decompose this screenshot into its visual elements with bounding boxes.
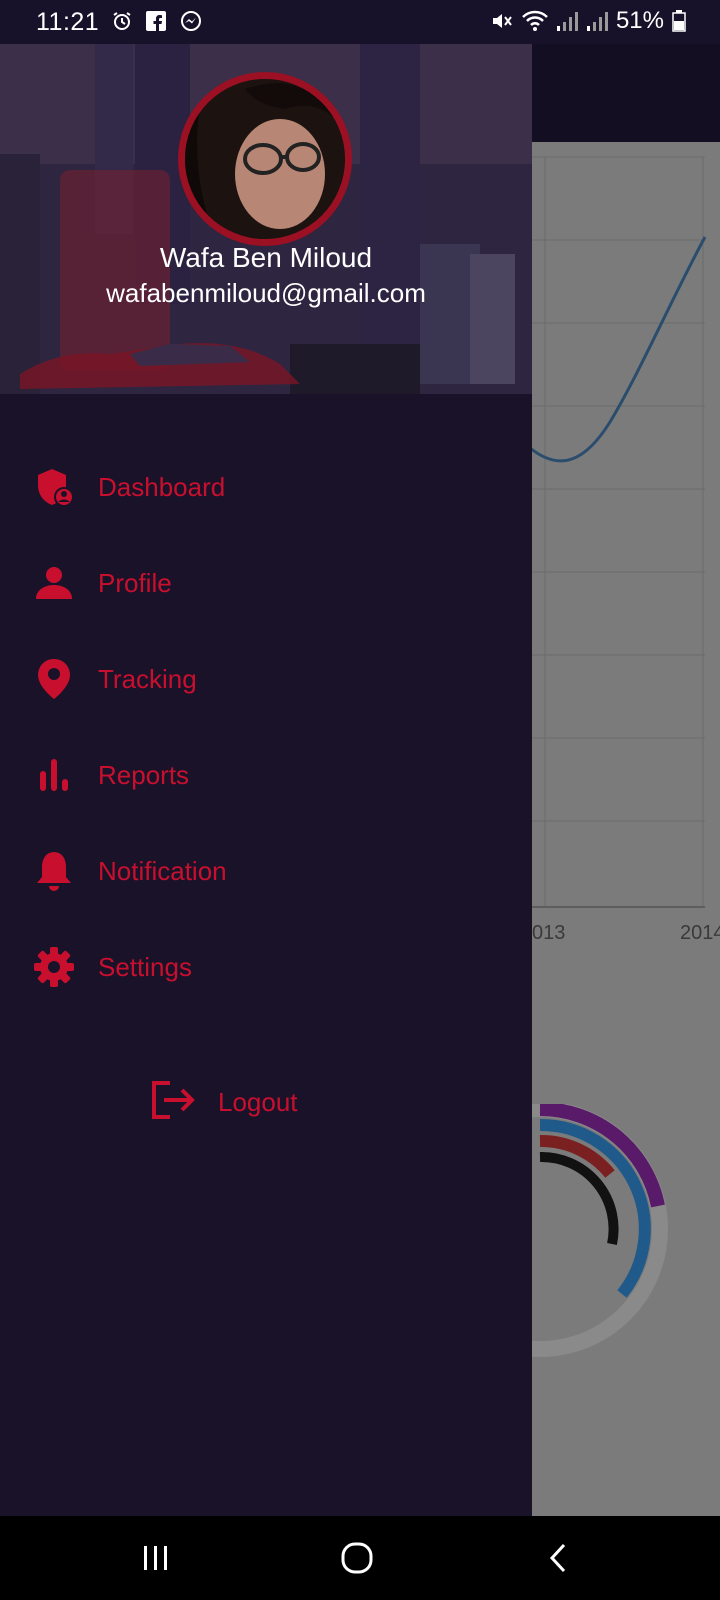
menu-item-settings[interactable]: Settings — [0, 927, 532, 1007]
avatar-ring — [178, 72, 352, 246]
wifi-icon — [522, 10, 548, 31]
battery-percent: 51% — [615, 7, 664, 34]
status-notification-icons — [112, 10, 202, 32]
status-time: 11:21 — [36, 8, 100, 36]
menu-label: Notification — [98, 855, 227, 886]
avatar[interactable] — [185, 79, 345, 239]
background-tick-label: 013 — [532, 922, 565, 944]
status-system-icons: 51% — [490, 7, 686, 35]
location-pin-icon — [32, 657, 76, 701]
avatar-photo — [185, 79, 345, 239]
menu-item-notification[interactable]: Notification — [0, 831, 532, 911]
gear-icon — [32, 945, 76, 989]
back-icon — [549, 1543, 566, 1573]
logout-label: Logout — [218, 1086, 298, 1117]
menu-label: Dashboard — [98, 471, 226, 502]
person-icon — [32, 561, 76, 605]
bell-icon — [32, 849, 76, 893]
status-bar: 11:21 51% — [0, 0, 720, 44]
bar-chart-icon — [32, 753, 76, 797]
mute-icon — [492, 14, 512, 28]
menu-label: Reports — [98, 759, 190, 790]
recent-apps-button[interactable] — [126, 1536, 186, 1580]
background-tick-label: 2014 — [680, 922, 720, 944]
menu-label: Tracking — [98, 663, 197, 694]
menu-label: Profile — [98, 567, 172, 598]
shield-user-icon — [32, 465, 76, 509]
home-icon — [341, 1542, 373, 1574]
logout-icon — [150, 1079, 198, 1126]
facebook-icon — [146, 11, 166, 31]
navigation-drawer: Wafa Ben Miloud wafabenmiloud@gmail.com … — [0, 44, 532, 1516]
user-name: Wafa Ben Miloud — [159, 242, 373, 273]
home-button[interactable] — [327, 1536, 387, 1580]
menu-item-profile[interactable]: Profile — [0, 543, 532, 623]
user-email: wafabenmiloud@gmail.com — [106, 278, 426, 308]
logout-button[interactable]: Logout — [150, 1072, 298, 1132]
drawer-header: Wafa Ben Miloud wafabenmiloud@gmail.com — [0, 44, 532, 394]
signal-icon — [586, 12, 608, 31]
menu-item-reports[interactable]: Reports — [0, 735, 532, 815]
menu-item-dashboard[interactable]: Dashboard — [0, 447, 532, 527]
battery-icon — [672, 10, 686, 32]
menu-label: Settings — [98, 951, 192, 982]
messenger-icon — [181, 11, 201, 31]
alarm-icon — [113, 12, 131, 30]
signal-icon — [556, 12, 578, 31]
system-nav-bar — [0, 1516, 720, 1600]
back-button[interactable] — [528, 1536, 588, 1580]
menu-item-tracking[interactable]: Tracking — [0, 639, 532, 719]
recent-apps-icon — [144, 1546, 167, 1570]
